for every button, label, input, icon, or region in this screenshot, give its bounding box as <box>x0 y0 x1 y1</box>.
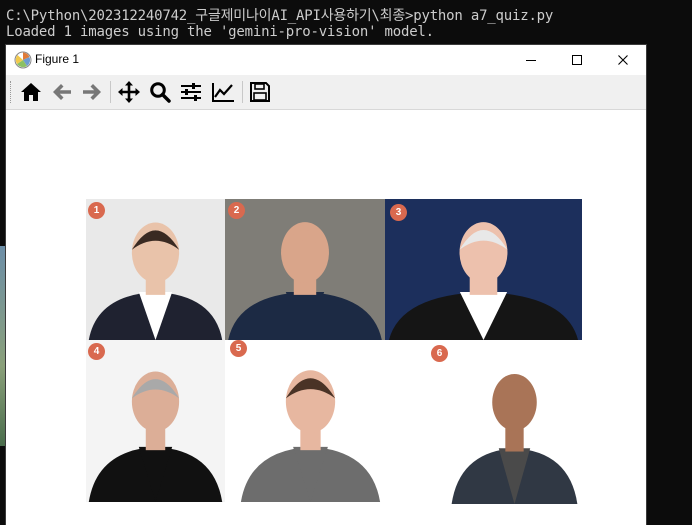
portrait-photo-5 <box>238 340 383 502</box>
close-button[interactable] <box>600 45 646 75</box>
chart-line-icon <box>212 83 234 102</box>
home-icon <box>21 83 41 101</box>
maximize-button[interactable] <box>554 45 600 75</box>
portrait-figure <box>388 222 579 340</box>
terminal-command-line: C:\Python\202312240742_구글제미나이AI_API사용하기\… <box>6 8 554 24</box>
photo-number-badge: 3 <box>390 204 407 221</box>
arrow-left-icon <box>53 84 71 100</box>
sliders-icon <box>181 83 201 101</box>
close-icon <box>618 55 628 65</box>
toolbar-separator <box>242 81 243 103</box>
photo-number-badge: 6 <box>431 345 448 362</box>
portrait-photo-2 <box>225 199 385 340</box>
portrait-figure <box>88 222 223 340</box>
portrait-photo-1 <box>86 199 225 340</box>
configure-subplots-button[interactable] <box>177 78 205 106</box>
portrait-figure <box>451 374 578 504</box>
save-button[interactable] <box>246 78 274 106</box>
arrow-right-icon <box>83 84 101 100</box>
portrait-photo-6 <box>449 340 580 504</box>
portrait-figure <box>240 370 381 502</box>
photo-number-badge: 4 <box>88 343 105 360</box>
portrait-figure <box>228 222 382 340</box>
minimize-icon <box>526 60 536 61</box>
toolbar-separator <box>110 81 111 103</box>
edit-axis-button[interactable] <box>209 78 237 106</box>
photo-number-badge: 2 <box>228 202 245 219</box>
toolbar-grip[interactable] <box>10 81 13 103</box>
photo-number-badge: 1 <box>88 202 105 219</box>
window-title: Figure 1 <box>35 52 80 66</box>
minimize-button[interactable] <box>508 45 554 75</box>
portrait-photo-4 <box>86 340 225 502</box>
matplotlib-app-icon <box>14 51 32 69</box>
move-icon <box>118 81 140 103</box>
portrait-figure <box>88 371 223 502</box>
terminal-output-line: Loaded 1 images using the 'gemini-pro-vi… <box>6 24 434 40</box>
photo-number-badge: 5 <box>230 340 247 357</box>
floppy-icon <box>250 82 270 102</box>
navigation-toolbar <box>6 75 646 110</box>
back-button[interactable] <box>48 78 76 106</box>
title-bar[interactable]: Figure 1 <box>6 45 646 75</box>
pan-button[interactable] <box>115 78 143 106</box>
maximize-icon <box>572 55 582 65</box>
zoom-icon <box>150 82 171 103</box>
zoom-button[interactable] <box>146 78 174 106</box>
figure-canvas[interactable]: 1 2 3 4 5 6 <box>6 110 646 525</box>
figure-window[interactable]: Figure 1 1 2 3 4 5 6 <box>6 45 646 525</box>
forward-button[interactable] <box>78 78 106 106</box>
home-button[interactable] <box>17 78 45 106</box>
portrait-photo-3 <box>385 199 582 340</box>
